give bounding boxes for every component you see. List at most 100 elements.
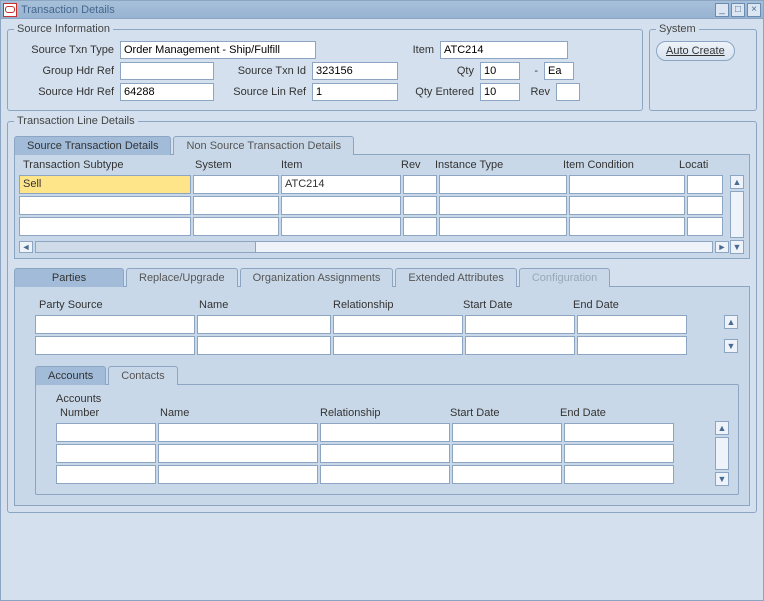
cell-system[interactable] [193, 175, 279, 194]
cell-start-date[interactable] [465, 315, 575, 334]
cell-item-condition[interactable] [569, 217, 685, 236]
col-account-name: Name [156, 405, 316, 423]
scroll-left-icon[interactable]: ◄ [19, 241, 33, 253]
cell-item[interactable]: ATC214 [281, 175, 401, 194]
cell-account-name[interactable] [158, 465, 318, 484]
group-system: System Auto Create [649, 23, 757, 111]
cell-account-name[interactable] [158, 423, 318, 442]
cell-account-relationship[interactable] [320, 465, 450, 484]
tab-source-transaction-details[interactable]: Source Transaction Details [14, 136, 171, 155]
cell-account-end-date[interactable] [564, 465, 674, 484]
col-transaction-subtype: Transaction Subtype [19, 157, 191, 175]
cell-account-number[interactable] [56, 423, 156, 442]
label-group-hdr-ref: Group Hdr Ref [14, 65, 114, 77]
cell-end-date[interactable] [577, 315, 687, 334]
cell-party-name[interactable] [197, 315, 331, 334]
cell-end-date[interactable] [577, 336, 687, 355]
tab-contacts[interactable]: Contacts [108, 366, 177, 385]
vscroll-track[interactable] [715, 437, 729, 470]
cell-account-end-date[interactable] [564, 423, 674, 442]
field-qty[interactable] [480, 62, 520, 80]
tab-configuration[interactable]: Configuration [519, 268, 610, 287]
vscroll-track[interactable] [730, 191, 744, 238]
field-source-lin-ref[interactable] [312, 83, 398, 101]
cell-item[interactable] [281, 196, 401, 215]
cell-item-condition[interactable] [569, 175, 685, 194]
tab-extended-attributes[interactable]: Extended Attributes [395, 268, 516, 287]
cell-party-source[interactable] [35, 336, 195, 355]
cell-account-relationship[interactable] [320, 444, 450, 463]
tab-parties[interactable]: Parties [14, 268, 124, 287]
cell-location[interactable] [687, 217, 723, 236]
field-qty-entered[interactable] [480, 83, 520, 101]
table-row[interactable] [56, 444, 714, 465]
cell-item-condition[interactable] [569, 196, 685, 215]
cell-account-name[interactable] [158, 444, 318, 463]
table-row[interactable] [35, 336, 723, 357]
label-source-hdr-ref: Source Hdr Ref [14, 86, 114, 98]
field-uom[interactable] [544, 62, 574, 80]
table-row[interactable] [56, 465, 714, 486]
table-row[interactable] [19, 217, 729, 238]
close-button[interactable]: × [747, 3, 761, 17]
table-row[interactable] [56, 423, 714, 444]
hscroll-track[interactable] [35, 241, 713, 253]
table-row[interactable] [19, 196, 729, 217]
cell-rev[interactable] [403, 217, 437, 236]
cell-relationship[interactable] [333, 315, 463, 334]
cell-party-source[interactable] [35, 315, 195, 334]
cell-rev[interactable] [403, 196, 437, 215]
cell-subtype[interactable]: Sell [19, 175, 191, 194]
cell-subtype[interactable] [19, 217, 191, 236]
field-item[interactable] [440, 41, 568, 59]
table-row[interactable] [35, 315, 723, 336]
tab-organization-assignments[interactable]: Organization Assignments [240, 268, 394, 287]
field-source-txn-id[interactable] [312, 62, 398, 80]
tab-replace-upgrade[interactable]: Replace/Upgrade [126, 268, 238, 287]
hscrollbar[interactable]: ◄ ► [19, 240, 729, 254]
vscrollbar-accounts[interactable]: ▲ ▼ [714, 405, 730, 486]
cell-account-number[interactable] [56, 465, 156, 484]
cell-location[interactable] [687, 196, 723, 215]
maximize-button[interactable]: □ [731, 3, 745, 17]
tab-accounts[interactable]: Accounts [35, 366, 106, 385]
cell-account-start-date[interactable] [452, 465, 562, 484]
vscrollbar-parties[interactable]: ▲ ▼ [723, 297, 739, 357]
field-group-hdr-ref[interactable] [120, 62, 214, 80]
scroll-down-icon[interactable]: ▼ [715, 472, 729, 486]
field-rev[interactable] [556, 83, 580, 101]
cell-account-relationship[interactable] [320, 423, 450, 442]
cell-item[interactable] [281, 217, 401, 236]
scroll-down-icon[interactable]: ▼ [730, 240, 744, 254]
cell-location[interactable] [687, 175, 723, 194]
field-source-txn-type[interactable] [120, 41, 316, 59]
col-account-end-date: End Date [556, 405, 666, 423]
cell-system[interactable] [193, 217, 279, 236]
scroll-up-icon[interactable]: ▲ [730, 175, 744, 189]
cell-party-name[interactable] [197, 336, 331, 355]
cell-instance-type[interactable] [439, 175, 567, 194]
scroll-down-icon[interactable]: ▼ [724, 339, 738, 353]
minimize-button[interactable]: _ [715, 3, 729, 17]
auto-create-button[interactable]: Auto Create [656, 41, 735, 61]
scroll-up-icon[interactable]: ▲ [724, 315, 738, 329]
cell-account-number[interactable] [56, 444, 156, 463]
scroll-up-icon[interactable]: ▲ [715, 421, 729, 435]
cell-instance-type[interactable] [439, 217, 567, 236]
cell-rev[interactable] [403, 175, 437, 194]
tab-non-source-transaction-details[interactable]: Non Source Transaction Details [173, 136, 354, 155]
col-item: Item [277, 157, 397, 175]
cell-start-date[interactable] [465, 336, 575, 355]
cell-account-start-date[interactable] [452, 423, 562, 442]
field-source-hdr-ref[interactable] [120, 83, 214, 101]
cell-instance-type[interactable] [439, 196, 567, 215]
cell-account-end-date[interactable] [564, 444, 674, 463]
cell-system[interactable] [193, 196, 279, 215]
table-row[interactable]: Sell ATC214 [19, 175, 729, 196]
cell-account-start-date[interactable] [452, 444, 562, 463]
cell-subtype[interactable] [19, 196, 191, 215]
label-rev: Rev [526, 86, 550, 98]
vscrollbar[interactable]: ▲ ▼ [729, 157, 745, 254]
scroll-right-icon[interactable]: ► [715, 241, 729, 253]
cell-relationship[interactable] [333, 336, 463, 355]
